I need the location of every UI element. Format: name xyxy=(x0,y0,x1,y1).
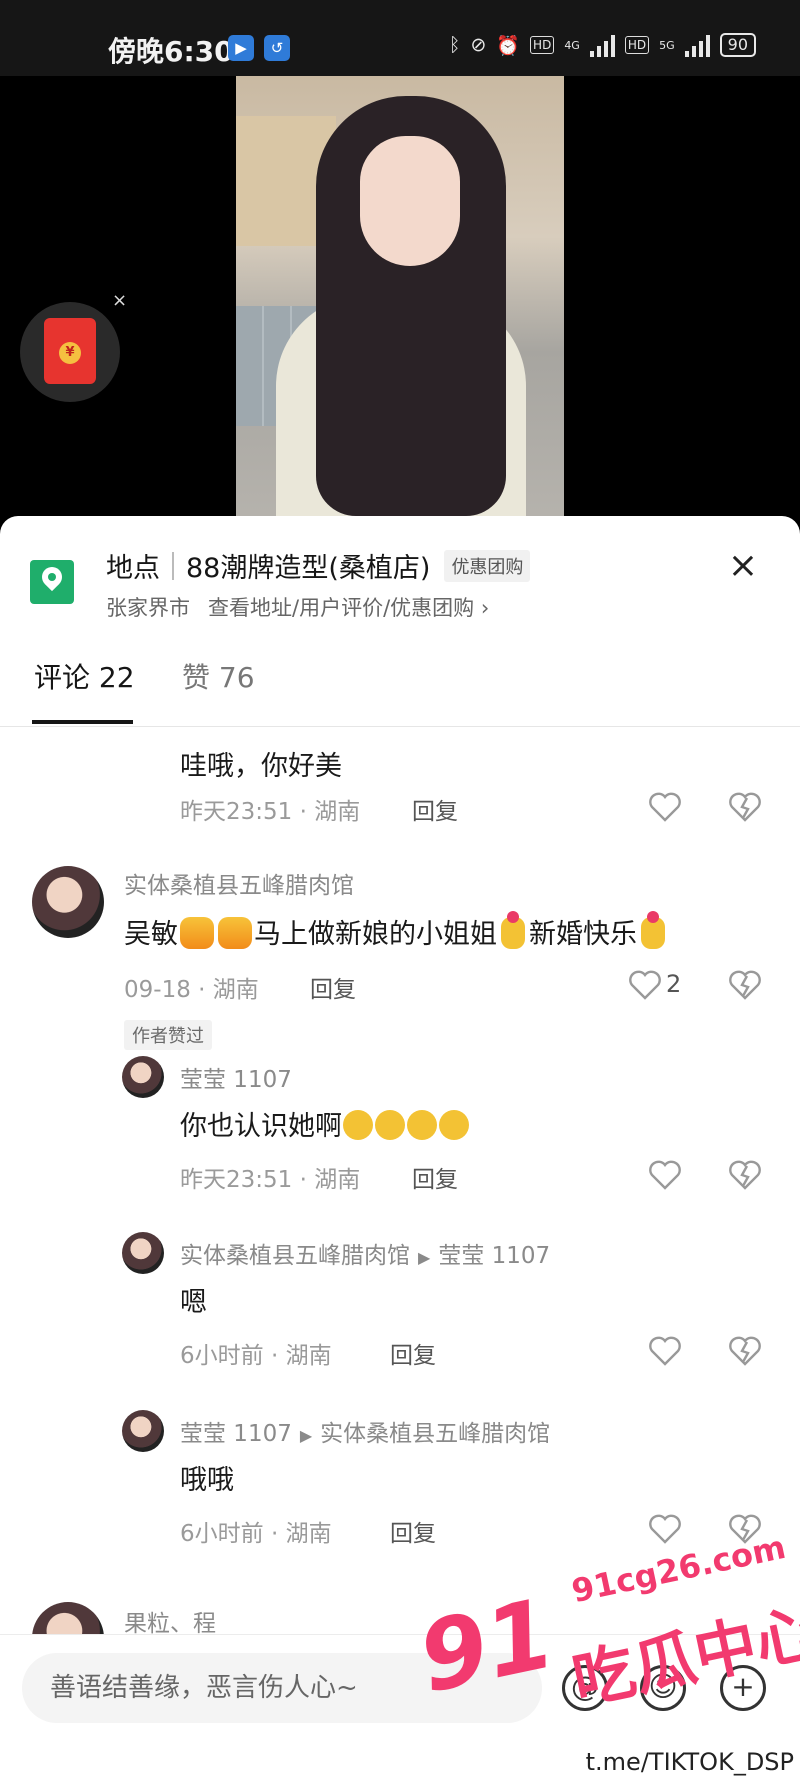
like-count: 2 xyxy=(666,970,682,998)
comment-sheet: 地点 88潮牌造型(桑植店) 优惠团购 张家界市 查看地址/用户评价/优惠团购 … xyxy=(0,516,800,1778)
grin-emoji-icon xyxy=(343,1110,373,1140)
reply-target[interactable]: 莹莹 1107 xyxy=(438,1243,550,1269)
comment-author[interactable]: 实体桑植县五峰腊肉馆 ▶ 莹莹 1107 xyxy=(180,1236,550,1270)
comment-text-part: 吴敏 xyxy=(124,919,178,950)
video-player[interactable]: ¥ × xyxy=(0,76,800,536)
like-heart-icon[interactable] xyxy=(628,970,662,1000)
comment-item: 哇哦，你好美 昨天23:51 · 湖南 回复 xyxy=(0,740,800,840)
alarm-icon: ⏰ xyxy=(496,34,521,57)
comment-meta: 昨天23:51 · 湖南 xyxy=(180,1167,361,1193)
author-liked-badge: 作者赞过 xyxy=(124,1020,212,1050)
reply-button[interactable]: 回复 xyxy=(390,1514,436,1548)
comment-meta: 6小时前 · 湖南 xyxy=(180,1521,332,1547)
comment-author[interactable]: 莹莹 1107 xyxy=(180,1060,292,1094)
app-notification-icon: ▶ xyxy=(228,35,254,61)
battery-icon: 90 xyxy=(719,33,756,57)
reply-arrow-icon: ▶ xyxy=(299,1426,313,1445)
avatar[interactable] xyxy=(122,1232,164,1274)
grin-emoji-icon xyxy=(439,1110,469,1140)
tab-comments[interactable]: 评论 22 xyxy=(34,656,135,696)
comment-meta: 09-18 · 湖南 xyxy=(124,977,259,1003)
reply-item: 莹莹 1107 你也认识她啊 昨天23:51 · 湖南 回复 xyxy=(0,1056,800,1216)
grin-emoji-icon xyxy=(375,1110,405,1140)
comment-text-part: 马上做新娘的小姐姐 xyxy=(254,919,497,950)
reply-button[interactable]: 回复 xyxy=(310,970,356,1004)
telegram-watermark: t.me/TIKTOK_DSP xyxy=(579,1748,800,1776)
close-icon[interactable]: × xyxy=(728,546,758,586)
comment-text-part: 你也认识她啊 xyxy=(180,1111,342,1142)
reply-button[interactable]: 回复 xyxy=(412,792,458,826)
reply-target[interactable]: 实体桑植县五峰腊肉馆 xyxy=(320,1421,550,1447)
dislike-heart-icon[interactable] xyxy=(728,970,762,1000)
dislike-heart-icon[interactable] xyxy=(728,792,762,822)
comment-text: 哦哦 xyxy=(180,1465,234,1496)
network-5g-label: 5G xyxy=(659,38,675,52)
reply-author[interactable]: 莹莹 1107 xyxy=(180,1421,292,1447)
red-packet-close-icon[interactable]: × xyxy=(112,290,127,311)
comment-text: 嗯 xyxy=(180,1287,207,1318)
bluetooth-icon: ᛒ xyxy=(449,34,461,56)
reply-item: 实体桑植县五峰腊肉馆 ▶ 莹莹 1107 嗯 6小时前 · 湖南 回复 xyxy=(0,1232,800,1382)
location-pin-icon xyxy=(30,560,74,604)
comment-text-part: 新婚快乐 xyxy=(529,919,637,950)
thumbs-up-emoji-icon xyxy=(218,917,252,949)
dislike-heart-icon[interactable] xyxy=(728,1336,762,1366)
reply-button[interactable]: 回复 xyxy=(390,1336,436,1370)
location-label: 地点 xyxy=(106,553,160,584)
thumbs-up-emoji-icon xyxy=(180,917,214,949)
red-packet-button[interactable]: ¥ xyxy=(20,302,120,402)
mute-icon: ⊘ xyxy=(470,34,487,56)
comment-meta: 昨天23:51 · 湖南 xyxy=(180,799,361,825)
avatar[interactable] xyxy=(122,1410,164,1452)
group-buy-badge[interactable]: 优惠团购 xyxy=(444,549,531,582)
status-time: 傍晚6:30 xyxy=(108,35,234,68)
dislike-heart-icon[interactable] xyxy=(728,1160,762,1190)
avatar[interactable] xyxy=(122,1056,164,1098)
location-subline[interactable]: 张家界市 查看地址/用户评价/优惠团购 › xyxy=(106,592,489,622)
red-envelope-seal-icon: ¥ xyxy=(59,342,81,364)
home-indicator[interactable] xyxy=(250,1756,550,1762)
tab-likes[interactable]: 赞 76 xyxy=(182,656,255,696)
location-city: 张家界市 xyxy=(106,596,190,620)
finger-heart-emoji-icon xyxy=(641,911,665,949)
location-name[interactable]: 88潮牌造型(桑植店) xyxy=(186,546,430,585)
tab-active-indicator xyxy=(32,720,133,724)
reply-arrow-icon: ▶ xyxy=(418,1248,431,1267)
like-heart-icon[interactable] xyxy=(648,792,682,822)
status-icons: ᛒ ⊘ ⏰ HD 4G HD 5G 90 xyxy=(449,33,756,57)
comment-author[interactable]: 莹莹 1107 ▶ 实体桑植县五峰腊肉馆 xyxy=(180,1414,550,1448)
comment-text: 吴敏 马上做新娘的小姐姐 新婚快乐 xyxy=(124,911,669,951)
location-divider xyxy=(172,551,174,580)
status-bar: 傍晚6:30 ▶ ↺ ᛒ ⊘ ⏰ HD 4G HD 5G 90 xyxy=(0,0,800,76)
signal-icon xyxy=(589,33,615,57)
reply-button[interactable]: 回复 xyxy=(412,1160,458,1194)
location-header[interactable]: 地点 88潮牌造型(桑植店) 优惠团购 xyxy=(106,546,531,585)
person-face xyxy=(360,136,460,266)
hd-icon: HD xyxy=(530,36,555,54)
reply-item: 莹莹 1107 ▶ 实体桑植县五峰腊肉馆 哦哦 6小时前 · 湖南 回复 xyxy=(0,1410,800,1560)
comment-item: 实体桑植县五峰腊肉馆 吴敏 马上做新娘的小姐姐 新婚快乐 09-18 · 湖南 回复… xyxy=(0,866,800,1066)
comment-text: 哇哦，你好美 xyxy=(180,751,342,782)
app-notification-icon-2: ↺ xyxy=(264,35,290,61)
reply-author[interactable]: 实体桑植县五峰腊肉馆 xyxy=(180,1243,410,1269)
comment-author[interactable]: 果粒、程 xyxy=(124,1604,216,1638)
location-links[interactable]: 查看地址/用户评价/优惠团购 › xyxy=(208,592,489,622)
grin-emoji-icon xyxy=(407,1110,437,1140)
hd-icon-2: HD xyxy=(624,36,650,54)
comment-text: 你也认识她啊 xyxy=(180,1104,470,1143)
comment-meta: 6小时前 · 湖南 xyxy=(180,1343,332,1369)
avatar[interactable] xyxy=(32,866,104,938)
like-heart-icon[interactable] xyxy=(648,1336,682,1366)
network-4g-label: 4G xyxy=(564,38,580,52)
tab-divider xyxy=(0,726,800,727)
signal-icon-2 xyxy=(684,33,710,57)
finger-heart-emoji-icon xyxy=(501,911,525,949)
video-frame xyxy=(236,76,564,536)
like-heart-icon[interactable] xyxy=(648,1514,682,1544)
like-heart-icon[interactable] xyxy=(648,1160,682,1190)
comment-author[interactable]: 实体桑植县五峰腊肉馆 xyxy=(124,866,354,900)
